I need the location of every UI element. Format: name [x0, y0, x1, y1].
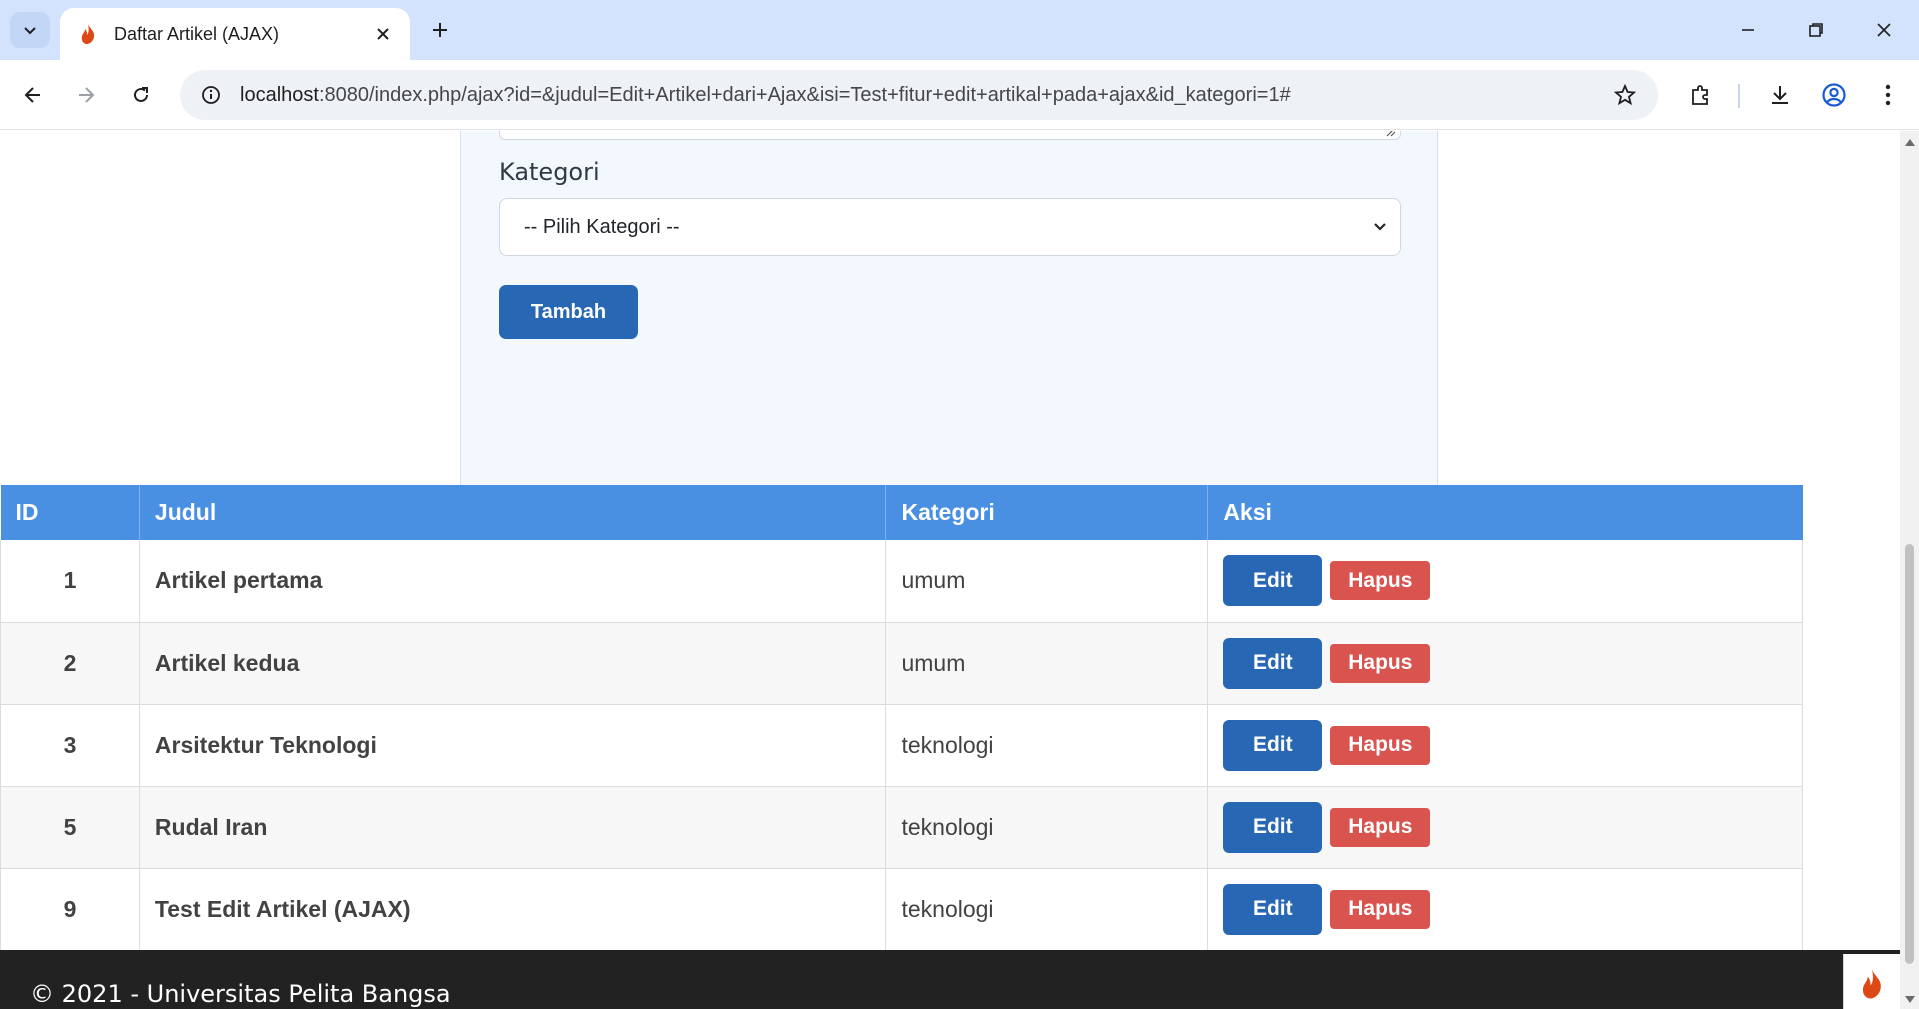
cell-judul: Artikel kedua: [139, 622, 887, 705]
reload-icon[interactable]: [121, 75, 161, 115]
cell-id: 2: [0, 622, 140, 705]
browser-tab-strip: Daftar Artikel (AJAX): [0, 0, 1919, 60]
articles-table: ID Judul Kategori Aksi 1 Artikel pertama…: [0, 485, 1803, 951]
column-header-id: ID: [0, 485, 140, 540]
resize-grip-icon[interactable]: [1384, 131, 1396, 137]
chevron-down-icon: [1374, 223, 1386, 231]
cell-id: 9: [0, 868, 140, 951]
scrollbar-thumb[interactable]: [1905, 544, 1914, 964]
back-icon[interactable]: [13, 75, 53, 115]
profile-icon[interactable]: [1816, 77, 1852, 113]
close-tab-icon[interactable]: [370, 21, 396, 47]
flame-icon: [1862, 969, 1881, 999]
forward-icon[interactable]: [66, 75, 106, 115]
cell-judul: Arsitektur Teknologi: [139, 704, 887, 787]
close-window-icon[interactable]: [1850, 0, 1918, 60]
add-article-form: Kategori -- Pilih Kategori -- Tambah: [460, 131, 1438, 516]
hapus-button[interactable]: Hapus: [1330, 889, 1431, 929]
cell-kategori: umum: [885, 540, 1209, 623]
hapus-button[interactable]: Hapus: [1330, 561, 1431, 601]
tambah-button[interactable]: Tambah: [499, 285, 638, 339]
browser-toolbar: localhost:8080/index.php/ajax?id=&judul=…: [0, 60, 1919, 130]
page-scrollbar[interactable]: [1900, 131, 1919, 1009]
extensions-icon[interactable]: [1683, 77, 1719, 113]
cell-aksi: Edit Hapus: [1207, 704, 1803, 787]
edit-button[interactable]: Edit: [1223, 801, 1323, 853]
cell-id: 5: [0, 786, 140, 869]
scroll-down-arrow-icon[interactable]: [1904, 995, 1916, 1005]
hapus-button[interactable]: Hapus: [1330, 725, 1431, 765]
cell-kategori: teknologi: [885, 868, 1209, 951]
edit-button[interactable]: Edit: [1223, 719, 1323, 771]
download-icon[interactable]: [1762, 77, 1798, 113]
cell-id: 3: [0, 704, 140, 787]
table-row: 9 Test Edit Artikel (AJAX) teknologi Edi…: [0, 868, 1803, 951]
edit-button[interactable]: Edit: [1223, 883, 1323, 935]
hapus-button[interactable]: Hapus: [1330, 807, 1431, 847]
table-row: 3 Arsitektur Teknologi teknologi Edit Hap…: [0, 704, 1803, 787]
debug-toolbar-toggle[interactable]: [1843, 954, 1900, 1009]
restore-icon[interactable]: [1782, 0, 1850, 60]
cell-kategori: teknologi: [885, 704, 1209, 787]
url-path: :8080/index.php/ajax?id=&judul=Edit+Arti…: [318, 83, 1291, 106]
active-tab[interactable]: Daftar Artikel (AJAX): [60, 8, 410, 60]
page-viewport: Kategori -- Pilih Kategori -- Tambah ID …: [0, 131, 1900, 1009]
new-tab-icon[interactable]: [424, 14, 456, 46]
cell-id: 1: [0, 540, 140, 623]
url-host: localhost: [240, 83, 319, 106]
column-header-kategori: Kategori: [885, 485, 1209, 540]
footer-copyright: © 2021 - Universitas Pelita Bangsa: [30, 980, 451, 1008]
site-info-icon[interactable]: [186, 70, 236, 120]
scroll-up-arrow-icon[interactable]: [1904, 137, 1916, 147]
toolbar-divider: [1738, 84, 1740, 108]
minimize-icon[interactable]: [1714, 0, 1782, 60]
table-row: 2 Artikel kedua umum Edit Hapus: [0, 622, 1803, 705]
address-bar[interactable]: localhost:8080/index.php/ajax?id=&judul=…: [180, 70, 1658, 120]
page-footer: © 2021 - Universitas Pelita Bangsa: [0, 950, 1900, 1009]
cell-aksi: Edit Hapus: [1207, 540, 1803, 623]
bookmark-star-icon[interactable]: [1610, 80, 1640, 110]
hapus-button[interactable]: Hapus: [1330, 643, 1431, 683]
cell-kategori: umum: [885, 622, 1209, 705]
edit-button[interactable]: Edit: [1223, 555, 1323, 607]
tab-search-button[interactable]: [10, 12, 50, 48]
kategori-label: Kategori: [499, 158, 600, 186]
chevron-down-icon: [24, 27, 36, 35]
cell-judul: Rudal Iran: [139, 786, 887, 869]
cell-aksi: Edit Hapus: [1207, 786, 1803, 869]
cell-aksi: Edit Hapus: [1207, 868, 1803, 951]
cell-kategori: teknologi: [885, 786, 1209, 869]
table-row: 5 Rudal Iran teknologi Edit Hapus: [0, 786, 1803, 869]
table-header-row: ID Judul Kategori Aksi: [0, 485, 1803, 540]
column-header-aksi: Aksi: [1207, 485, 1803, 540]
kategori-selected-value: -- Pilih Kategori --: [524, 215, 680, 238]
tab-title: Daftar Artikel (AJAX): [114, 23, 280, 44]
column-header-judul: Judul: [139, 485, 887, 540]
cell-judul: Test Edit Artikel (AJAX): [139, 868, 887, 951]
kategori-select[interactable]: -- Pilih Kategori --: [499, 198, 1401, 256]
cell-judul: Artikel pertama: [139, 540, 887, 623]
flame-favicon-icon: [76, 22, 100, 46]
menu-kebab-icon[interactable]: [1870, 77, 1906, 113]
cell-aksi: Edit Hapus: [1207, 622, 1803, 705]
isi-textarea[interactable]: [499, 131, 1401, 140]
edit-button[interactable]: Edit: [1223, 637, 1323, 689]
url-text: localhost:8080/index.php/ajax?id=&judul=…: [240, 84, 1291, 107]
table-row: 1 Artikel pertama umum Edit Hapus: [0, 540, 1803, 623]
